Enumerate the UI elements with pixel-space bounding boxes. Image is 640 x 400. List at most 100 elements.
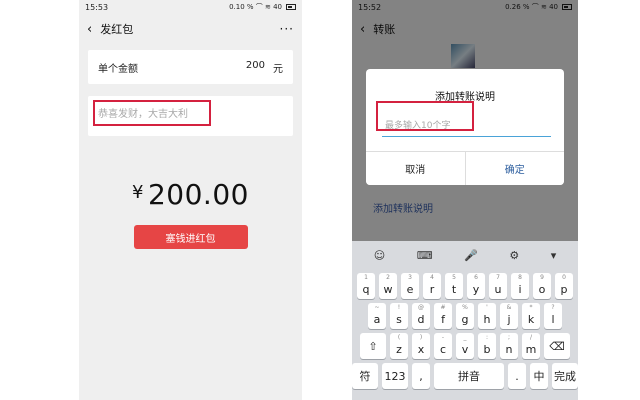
key-w[interactable]: 2w — [379, 273, 397, 299]
key-o[interactable]: 9o — [533, 273, 551, 299]
keyboard-row-4: 符 123 , 拼音 . 中 完成 — [352, 363, 578, 389]
key-sub: 9 — [540, 274, 544, 281]
key-i[interactable]: 8i — [511, 273, 529, 299]
space-key[interactable]: 拼音 — [434, 363, 504, 389]
key-sub: ? — [551, 304, 555, 311]
amount-value-group: 200 元 — [246, 60, 283, 75]
send-red-packet-button[interactable]: 塞钱进红包 — [133, 225, 248, 249]
red-packet-screen: 15:53 0.10 % ⌒ ≋ 40 ‹ 发红包 ··· 单个金额 200 元… — [79, 0, 302, 400]
keyboard-icon[interactable]: ⌨ — [417, 249, 433, 262]
key-sub: : — [485, 334, 489, 341]
key-k[interactable]: * k — [522, 303, 540, 329]
key-u[interactable]: 7u — [489, 273, 507, 299]
status-indicator-text: 0.10 % ⌒ ≋ 40 — [229, 3, 282, 11]
key-r[interactable]: 4r — [423, 273, 441, 299]
key-label: o — [538, 282, 546, 296]
key-label: z — [396, 342, 402, 356]
key-label: a — [373, 312, 381, 326]
amount-unit: 元 — [273, 63, 283, 75]
key-sub: 1 — [364, 274, 368, 281]
screenshot-stage: 15:53 0.10 % ⌒ ≋ 40 ‹ 发红包 ··· 单个金额 200 元… — [0, 0, 640, 400]
numbers-key[interactable]: 123 — [382, 363, 408, 389]
key-label: f — [441, 312, 445, 326]
key-v[interactable]: _ v — [456, 333, 474, 359]
amount-row[interactable]: 单个金额 200 元 — [88, 50, 293, 84]
key-sub: ( — [397, 334, 401, 341]
key-sub: # — [440, 304, 446, 311]
key-m[interactable]: / m — [522, 333, 540, 359]
settings-icon[interactable]: ⚙ — [509, 249, 519, 262]
highlight-box — [376, 101, 474, 131]
key-label: r — [429, 282, 435, 296]
key-label: k — [527, 312, 535, 326]
key-label: b — [483, 342, 491, 356]
key-label: g — [461, 312, 469, 326]
key-sub: 0 — [562, 274, 566, 281]
keyboard-row-3: ⇧ (z ) x -c _ v :b ; n / m ⌫ — [352, 333, 578, 359]
battery-icon — [286, 4, 296, 10]
key-label: x — [417, 342, 425, 356]
key-j[interactable]: & j — [500, 303, 518, 329]
key-sub: 4 — [430, 274, 434, 281]
key-p[interactable]: 0p — [555, 273, 573, 299]
keyboard-row-1: 1q 2w 3e 4r 5t 6y 7u 8i 9o 0p — [352, 273, 578, 299]
key-sub: % — [462, 304, 468, 311]
status-indicators: 0.10 % ⌒ ≋ 40 — [229, 2, 296, 12]
microphone-icon[interactable]: 🎤 — [464, 249, 478, 262]
cancel-button[interactable]: 取消 — [366, 152, 466, 185]
key-sub: & — [506, 304, 512, 311]
key-q[interactable]: 1q — [357, 273, 375, 299]
page-title: 发红包 — [100, 23, 134, 36]
delete-key[interactable]: ⌫ — [544, 333, 570, 359]
key-h[interactable]: ' h — [478, 303, 496, 329]
key-sub: ! — [397, 304, 401, 311]
key-c[interactable]: -c — [434, 333, 452, 359]
done-key[interactable]: 完成 — [552, 363, 578, 389]
key-label: d — [417, 312, 425, 326]
more-icon[interactable]: ··· — [280, 22, 294, 36]
dialog-title: 添加转账说明 — [435, 92, 495, 103]
status-time: 15:53 — [85, 2, 109, 12]
total-amount: ¥200.00 — [79, 178, 302, 211]
key-sub: - — [441, 334, 445, 341]
key-x[interactable]: ) x — [412, 333, 430, 359]
status-bar: 15:53 0.10 % ⌒ ≋ 40 — [79, 0, 302, 14]
key-label: y — [472, 282, 480, 296]
key-label: e — [406, 282, 414, 296]
keyboard-row-2: ~ a ! s @ d # f % g ' h & j * k ? l — [352, 303, 578, 329]
shift-key[interactable]: ⇧ — [360, 333, 386, 359]
key-label: v — [461, 342, 469, 356]
transfer-screen: 15:52 0.26 % ⌒ ≋ 40 ‹ 转账 添加转账说明 添加转账说明 取… — [352, 0, 578, 400]
key-sub: @ — [418, 304, 424, 311]
key-b[interactable]: :b — [478, 333, 496, 359]
key-a[interactable]: ~ a — [368, 303, 386, 329]
collapse-icon[interactable]: ▾ — [551, 249, 557, 262]
symbols-key[interactable]: 符 — [352, 363, 378, 389]
key-g[interactable]: % g — [456, 303, 474, 329]
back-icon[interactable]: ‹ — [87, 22, 92, 37]
key-label: t — [451, 282, 457, 296]
key-s[interactable]: ! s — [390, 303, 408, 329]
comma-key[interactable]: , — [412, 363, 430, 389]
key-l[interactable]: ? l — [544, 303, 562, 329]
delete-icon: ⌫ — [549, 339, 565, 353]
emoji-icon[interactable]: ☺ — [374, 249, 385, 262]
key-f[interactable]: # f — [434, 303, 452, 329]
confirm-button[interactable]: 确定 — [465, 152, 564, 185]
period-key[interactable]: . — [508, 363, 526, 389]
key-t[interactable]: 5t — [445, 273, 463, 299]
key-d[interactable]: @ d — [412, 303, 430, 329]
language-key[interactable]: 中 — [530, 363, 548, 389]
key-n[interactable]: ; n — [500, 333, 518, 359]
amount-value[interactable]: 200 — [246, 60, 265, 75]
key-sub: 6 — [474, 274, 478, 281]
key-sub: / — [529, 334, 533, 341]
key-sub: 3 — [408, 274, 412, 281]
key-sub: 7 — [496, 274, 500, 281]
key-e[interactable]: 3e — [401, 273, 419, 299]
keyboard-toolbar: ☺ ⌨ 🎤 ⚙ ▾ — [352, 241, 578, 269]
key-z[interactable]: (z — [390, 333, 408, 359]
key-sub: 8 — [518, 274, 522, 281]
key-y[interactable]: 6y — [467, 273, 485, 299]
key-label: n — [505, 342, 513, 356]
